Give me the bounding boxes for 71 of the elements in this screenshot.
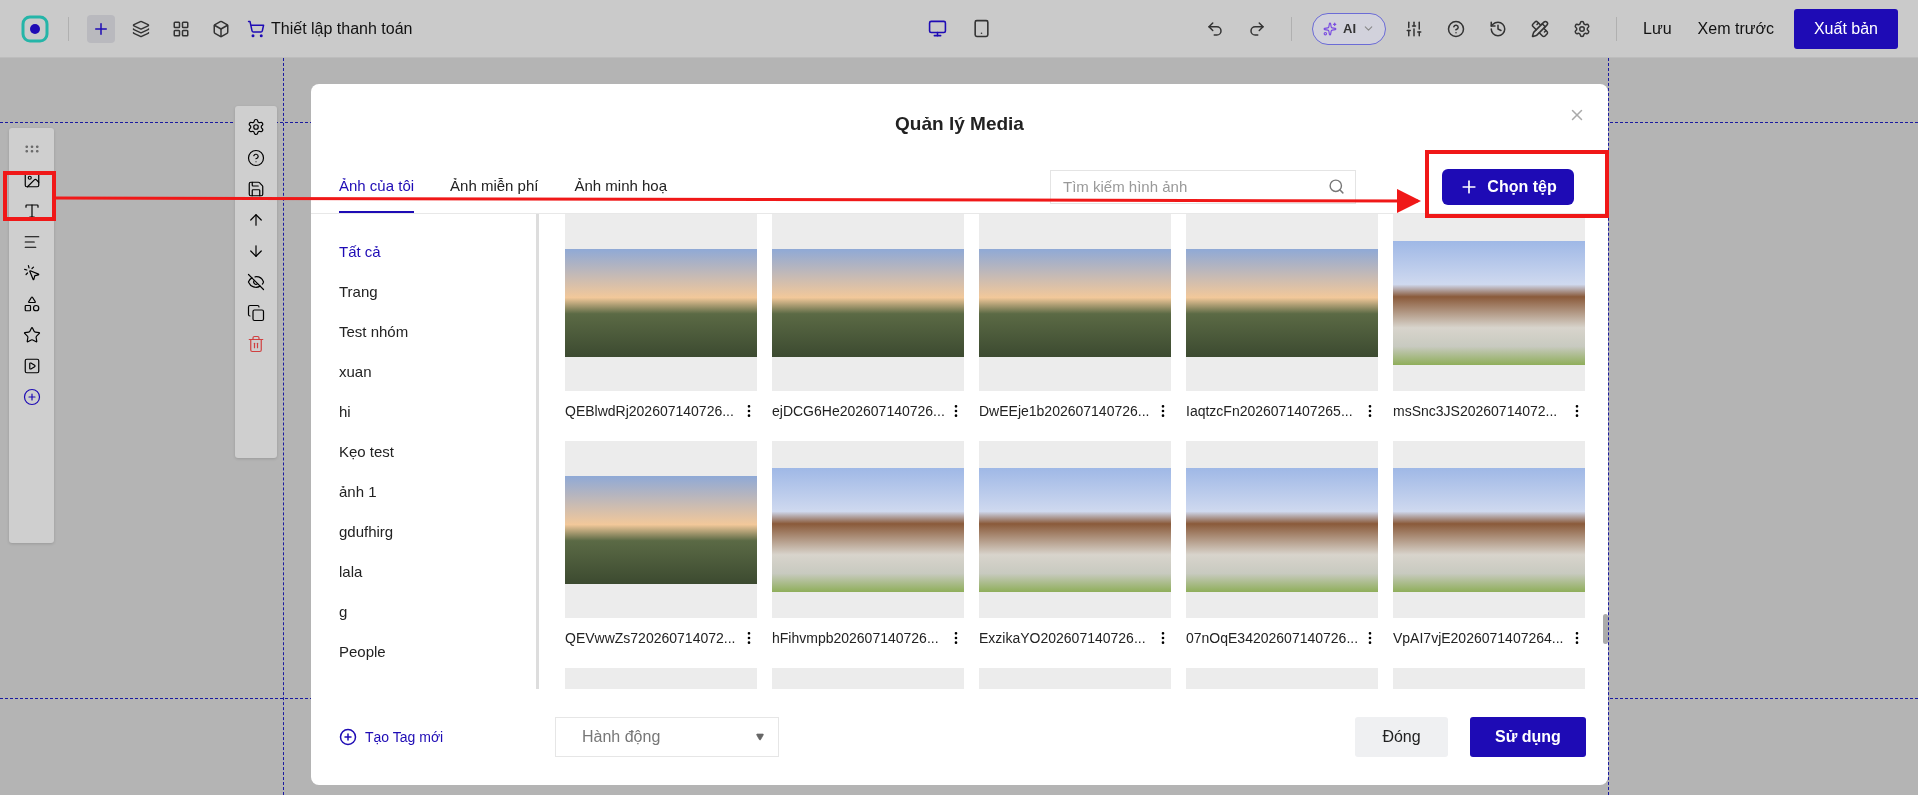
ai-button[interactable]: AI bbox=[1312, 12, 1387, 45]
close-dialog-button[interactable]: Đóng bbox=[1355, 717, 1448, 757]
tablet-icon bbox=[971, 19, 991, 38]
settings-icon bbox=[1573, 19, 1592, 38]
choose-file-button[interactable]: Chọn tệp bbox=[1442, 168, 1574, 205]
caret-icon bbox=[756, 733, 764, 741]
add-icon bbox=[22, 388, 41, 406]
add-button[interactable] bbox=[87, 14, 115, 43]
undo-icon bbox=[1206, 19, 1225, 38]
monitor-icon bbox=[927, 19, 947, 38]
tag-item[interactable]: People bbox=[339, 641, 536, 662]
tag-item[interactable]: hi bbox=[339, 401, 536, 422]
file-name: ExzikaYO202607140726... bbox=[979, 630, 1146, 646]
tag-item[interactable]: Kẹo test bbox=[339, 441, 536, 462]
tag-item[interactable]: ảnh 1 bbox=[339, 481, 536, 502]
settings-icon bbox=[247, 118, 265, 136]
publish-button[interactable]: Xuất bản bbox=[1793, 8, 1898, 49]
use-button[interactable]: Sử dụng bbox=[1470, 717, 1586, 757]
save-icon bbox=[247, 180, 265, 198]
tag-item[interactable]: Trang bbox=[339, 281, 536, 302]
copy-icon bbox=[247, 304, 265, 322]
preview-button[interactable]: Xem trước bbox=[1691, 19, 1780, 38]
scrollbar-thumb[interactable] bbox=[1603, 614, 1608, 644]
file-name: msSnc3JS20260714072... bbox=[1393, 403, 1558, 419]
file-name: QEBlwdRj202607140726... bbox=[565, 403, 734, 419]
layers-icon bbox=[132, 19, 150, 38]
create-tag-link[interactable]: Tạo Tag mới bbox=[339, 728, 555, 746]
save-button[interactable]: Lưu bbox=[1637, 19, 1678, 38]
video-icon bbox=[22, 357, 41, 375]
redo-icon bbox=[1248, 19, 1267, 38]
grid-icon bbox=[172, 19, 190, 38]
file-name: 07nOqE34202607140726... bbox=[1186, 630, 1359, 646]
logo-icon bbox=[20, 13, 50, 44]
eye-off-icon bbox=[247, 273, 265, 291]
sliders-icon bbox=[1405, 19, 1424, 38]
file-name: VpAI7vjE2026071407264... bbox=[1393, 630, 1564, 646]
search-field[interactable]: Tìm kiếm hình ảnh bbox=[1050, 169, 1356, 204]
trash-icon bbox=[247, 335, 265, 353]
payment-setup-link[interactable]: Thiết lập thanh toán bbox=[247, 19, 413, 38]
search-icon bbox=[1328, 178, 1345, 195]
tag-item[interactable]: g bbox=[339, 601, 536, 622]
file-name: DwEEje1b202607140726... bbox=[979, 403, 1150, 419]
help-icon bbox=[247, 149, 265, 167]
dialog-title: Quản lý Media bbox=[895, 113, 1024, 135]
pencil-ruler-icon bbox=[1531, 19, 1550, 38]
star-icon bbox=[22, 326, 41, 344]
tag-item[interactable]: Test nhóm bbox=[339, 321, 536, 342]
arrow-down-icon bbox=[247, 242, 265, 260]
tab[interactable]: Ảnh miễn phí bbox=[450, 177, 539, 213]
tag-item[interactable]: lala bbox=[339, 561, 536, 582]
paragraph-icon bbox=[22, 233, 41, 251]
action-select[interactable]: Hành động bbox=[555, 717, 779, 757]
plus-circle-icon bbox=[339, 728, 357, 746]
tab[interactable]: Ảnh của tôi bbox=[339, 177, 415, 213]
file-name: hFihvmpb202607140726... bbox=[772, 630, 939, 646]
tag-item[interactable]: Tất cả bbox=[339, 241, 536, 262]
tag-item[interactable]: gdufhirg bbox=[339, 521, 536, 542]
text-icon bbox=[22, 202, 41, 220]
cursor-icon bbox=[22, 264, 41, 282]
tab[interactable]: Ảnh minh hoạ bbox=[574, 177, 668, 213]
help-icon bbox=[1447, 19, 1466, 38]
cart-icon bbox=[247, 19, 265, 38]
tag-item[interactable]: xuan bbox=[339, 361, 536, 382]
cube-icon bbox=[212, 19, 230, 38]
shapes-icon bbox=[22, 295, 41, 313]
file-name: IaqtzcFn2026071407265... bbox=[1186, 403, 1353, 419]
sparkles-icon bbox=[1323, 21, 1338, 36]
file-name: ejDCG6He202607140726... bbox=[772, 403, 945, 419]
file-name: QEVwwZs720260714072... bbox=[565, 630, 736, 646]
history-icon bbox=[1489, 19, 1508, 38]
highlight-frame bbox=[3, 171, 56, 221]
